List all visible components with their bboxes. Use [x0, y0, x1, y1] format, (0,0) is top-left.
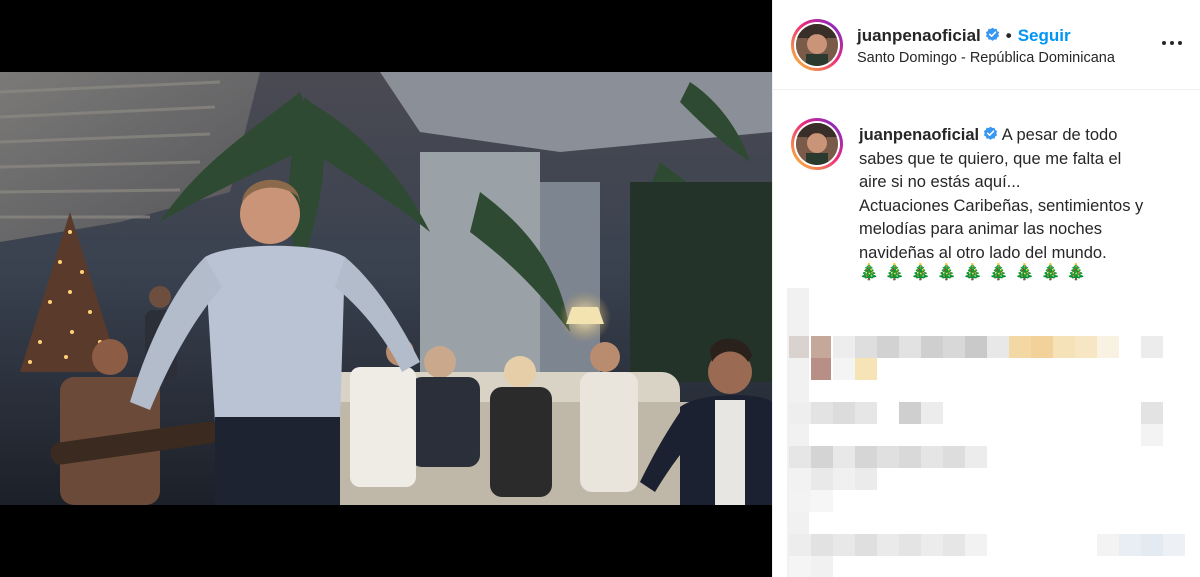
- post-header: juanpenaoficial • Seguir Santo Domingo - R…: [773, 0, 1200, 90]
- christmas-tree-emoji-row: 🎄🎄🎄🎄🎄🎄🎄🎄🎄: [859, 264, 1093, 281]
- video-still-image: [0, 72, 772, 505]
- caption-avatar[interactable]: [791, 118, 843, 170]
- video-frame[interactable]: [0, 72, 772, 505]
- more-options-icon[interactable]: [1161, 36, 1183, 50]
- caption-text-line: sabes que te quiero, que me falta el: [859, 149, 1122, 168]
- avatar[interactable]: [791, 19, 843, 71]
- avatar-image: [796, 24, 838, 66]
- caption-text-line: Actuaciones Caribeñas, sentimientos y: [859, 196, 1144, 215]
- caption-text-line: A pesar de todo: [1001, 126, 1118, 144]
- verified-badge-icon: [985, 27, 999, 41]
- caption-text-line: melodías para animar las noches: [859, 220, 1103, 238]
- username-link[interactable]: juanpenaoficial: [857, 26, 981, 45]
- pixelated-comments-area: [787, 288, 1200, 577]
- avatar-image: [796, 123, 838, 165]
- media-viewer[interactable]: [0, 0, 772, 577]
- pixelated-comments-image: [787, 288, 1200, 577]
- follow-button[interactable]: Seguir: [1018, 26, 1071, 45]
- verified-badge-icon: [984, 126, 998, 140]
- location-link[interactable]: Santo Domingo - República Dominicana: [857, 50, 1115, 66]
- header-user-line: juanpenaoficial • Seguir: [857, 26, 1071, 46]
- post-caption: juanpenaoficial A pesar de todo sabes qu…: [859, 124, 1191, 265]
- post-side-panel: juanpenaoficial • Seguir Santo Domingo - R…: [772, 0, 1200, 577]
- caption-username-link[interactable]: juanpenaoficial: [859, 126, 979, 144]
- caption-text-line: aire si no estás aquí...: [859, 173, 1021, 191]
- separator-dot: •: [1005, 26, 1012, 45]
